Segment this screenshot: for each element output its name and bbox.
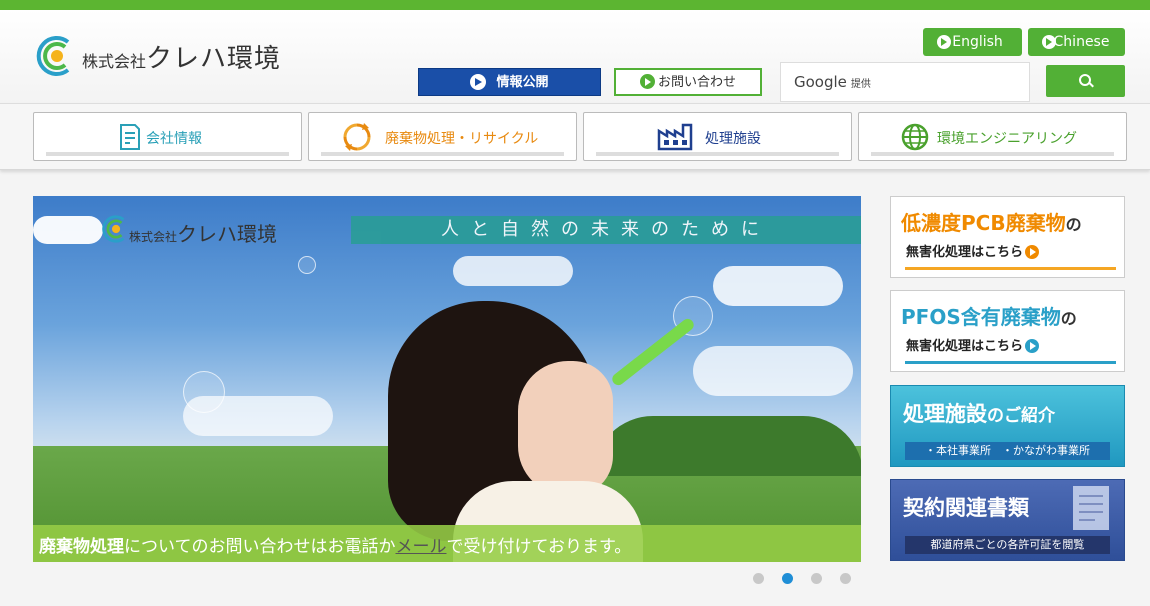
hero-caption: 廃棄物処理についてのお問い合わせはお電話かメールで受け付けております。 <box>33 525 861 562</box>
contact-label: お問い合わせ <box>657 75 736 90</box>
slider-dots <box>753 573 853 585</box>
hero-logo: 株式会社クレハ環境 <box>99 210 319 250</box>
arrow-right-icon <box>639 74 655 89</box>
arrow-right-icon <box>470 73 487 90</box>
slide-dot-4[interactable] <box>840 573 851 584</box>
banner-contract-docs[interactable]: 契約関連書類 都道府県ごとの各許可証を閲覧 <box>890 479 1125 561</box>
hero-tagline: 人と自然の未来のために <box>441 219 771 240</box>
globe-icon <box>901 123 929 151</box>
disclosure-button[interactable]: 情報公開 <box>418 68 601 96</box>
caption-bold: 廃棄物処理 <box>39 537 124 557</box>
english-button[interactable]: English <box>923 28 1022 56</box>
disclosure-label: 情報公開 <box>496 75 549 90</box>
search-button[interactable] <box>1046 65 1125 97</box>
document-icon <box>120 124 140 150</box>
arrow-right-icon <box>1025 338 1040 353</box>
nav-label-engineering: 環境エンジニアリング <box>937 131 1077 147</box>
arrow-right-icon <box>1025 244 1040 259</box>
nav-label-company: 会社情報 <box>146 131 202 147</box>
arrow-right-icon <box>937 35 951 49</box>
slide-dot-3[interactable] <box>811 573 822 584</box>
document-icon <box>1073 486 1109 530</box>
hero-slider[interactable]: 株式会社クレハ環境 人と自然の未来のために 廃棄物処理についてのお問い合わせはお… <box>33 196 861 562</box>
nav-label-facilities: 処理施設 <box>705 131 761 147</box>
banner-pcb[interactable]: 低濃度PCB廃棄物の 無害化処理はこちら <box>890 196 1125 278</box>
search-input[interactable]: Google 提供 <box>780 62 1030 102</box>
logo-mark-icon <box>36 36 70 76</box>
chinese-label: Chinese <box>1053 34 1110 50</box>
nav-tab-facilities[interactable]: 処理施設 <box>583 112 852 161</box>
logo-text: 株式会社クレハ環境 <box>82 44 282 74</box>
factory-icon <box>657 123 693 151</box>
nav-tab-engineering[interactable]: 環境エンジニアリング <box>858 112 1127 161</box>
banner-pfos[interactable]: PFOS含有廃棄物の 無害化処理はこちら <box>890 290 1125 372</box>
arrow-right-icon <box>1042 35 1056 49</box>
slide-dot-1[interactable] <box>753 573 764 584</box>
recycle-icon <box>343 123 371 151</box>
slide-dot-2[interactable] <box>782 573 793 584</box>
chinese-button[interactable]: Chinese <box>1028 28 1125 56</box>
facilities-strip: ・本社事業所 ・かながわ事業所 <box>905 442 1110 460</box>
contract-strip: 都道府県ごとの各許可証を閲覧 <box>905 536 1110 554</box>
logo-mark-icon <box>102 215 125 243</box>
top-accent-bar <box>0 0 1150 10</box>
banner-facilities[interactable]: 処理施設のご紹介 ・本社事業所 ・かながわ事業所 <box>890 385 1125 467</box>
nav-label-waste-recycle: 廃棄物処理・リサイクル <box>385 131 539 147</box>
site-logo[interactable]: 株式会社クレハ環境 <box>32 28 302 78</box>
search-brand: Google 提供 <box>794 73 871 91</box>
nav-tab-company[interactable]: 会社情報 <box>33 112 302 161</box>
nav-tab-waste-recycle[interactable]: 廃棄物処理・リサイクル <box>308 112 577 161</box>
site-header: 株式会社クレハ環境 English Chinese 情報公開 お問い合わせ Go… <box>0 10 1150 103</box>
main-nav: 会社情報 廃棄物処理・リサイクル 処理施設 環境エンジニアリング <box>0 103 1150 170</box>
tagline-bar: 人と自然の未来のために <box>351 216 861 244</box>
contact-button[interactable]: お問い合わせ <box>614 68 762 96</box>
english-label: English <box>952 34 1003 50</box>
mail-link[interactable]: メール <box>396 537 447 557</box>
